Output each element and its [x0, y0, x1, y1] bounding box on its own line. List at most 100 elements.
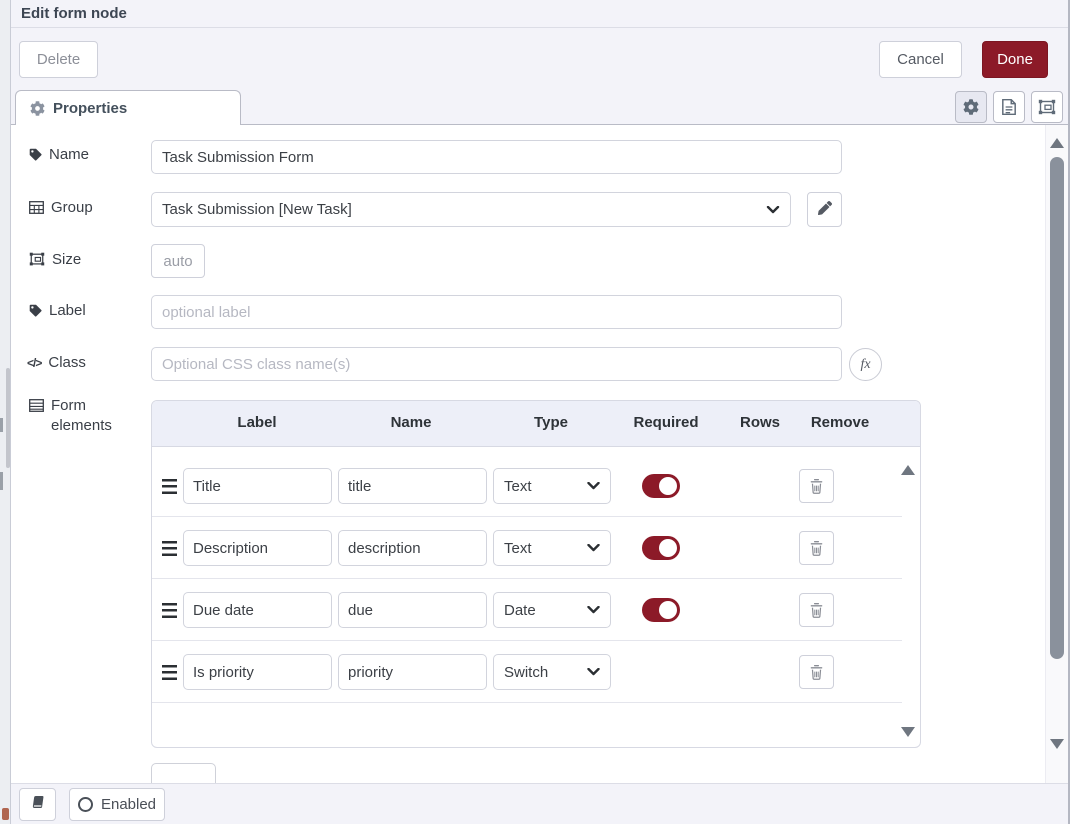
label-field-label: Label: [29, 302, 86, 319]
drag-handle-icon[interactable]: [162, 665, 177, 680]
add-element-button[interactable]: [151, 763, 216, 783]
size-button[interactable]: auto: [151, 244, 205, 278]
form-elements-field-label: Form elements: [29, 396, 129, 436]
group-select-value: Task Submission [New Task]: [162, 201, 766, 218]
dialog-footer: Enabled: [11, 783, 1068, 824]
fx-button[interactable]: fx: [849, 348, 882, 381]
properties-tab-button[interactable]: [955, 91, 987, 123]
column-header-rows: Rows: [740, 414, 780, 431]
element-name-input[interactable]: [338, 468, 487, 504]
tab-properties-label: Properties: [53, 100, 127, 117]
enabled-circle-icon: [78, 797, 93, 812]
trash-icon: [809, 540, 824, 557]
column-header-label: Label: [237, 414, 276, 431]
palette-node-edge: [0, 472, 3, 490]
element-type-select[interactable]: Text: [493, 468, 611, 504]
enabled-toggle-button[interactable]: Enabled: [69, 788, 165, 821]
pencil-icon: [818, 201, 832, 215]
form-elements-table: Label Name Type Required Rows Remove Tex…: [151, 400, 921, 748]
element-name-input[interactable]: [338, 592, 487, 628]
properties-panel: Name Group Task Submission [New Task]: [11, 125, 1068, 783]
chevron-down-icon: [587, 544, 600, 552]
class-input[interactable]: [151, 347, 842, 381]
column-header-name: Name: [391, 414, 432, 431]
node-help-button[interactable]: [19, 788, 56, 821]
column-header-type: Type: [534, 414, 568, 431]
element-name-input[interactable]: [338, 530, 487, 566]
code-icon: </>: [27, 356, 41, 370]
delete-button[interactable]: Delete: [19, 41, 98, 78]
tag-icon: [29, 304, 42, 317]
table-row: Text: [152, 517, 902, 579]
element-type-select[interactable]: Switch: [493, 654, 611, 690]
remove-element-button[interactable]: [799, 593, 834, 627]
remove-element-button[interactable]: [799, 469, 834, 503]
tab-properties[interactable]: Properties: [15, 90, 241, 125]
table-body: Text: [152, 447, 920, 747]
chevron-down-icon: [587, 668, 600, 676]
chevron-down-icon: [766, 206, 780, 214]
size-box-icon: [29, 252, 45, 267]
name-field-label: Name: [29, 146, 89, 163]
element-name-input[interactable]: [338, 654, 487, 690]
palette-node-edge: [0, 418, 3, 432]
column-header-required: Required: [633, 414, 698, 431]
form-list-icon: [29, 399, 44, 412]
edit-group-button[interactable]: [807, 192, 842, 227]
appearance-icon: [1038, 99, 1056, 116]
document-icon: [1001, 98, 1017, 116]
chevron-down-icon: [587, 482, 600, 490]
element-label-input[interactable]: [183, 592, 332, 628]
group-select[interactable]: Task Submission [New Task]: [151, 192, 791, 227]
element-type-select[interactable]: Text: [493, 530, 611, 566]
gear-icon: [963, 99, 979, 115]
fx-icon: fx: [860, 357, 870, 373]
drag-handle-icon[interactable]: [162, 479, 177, 494]
drag-handle-icon[interactable]: [162, 541, 177, 556]
table-row: Text: [152, 455, 902, 517]
label-input[interactable]: [151, 295, 842, 329]
dialog-title: Edit form node: [21, 5, 127, 22]
scrollbar-thumb[interactable]: [1050, 157, 1064, 659]
required-toggle[interactable]: [642, 474, 680, 498]
done-button[interactable]: Done: [982, 41, 1048, 78]
appearance-tab-button[interactable]: [1031, 91, 1063, 123]
class-field-label: </> Class: [27, 354, 86, 371]
drag-handle-icon[interactable]: [162, 603, 177, 618]
scroll-down-icon[interactable]: [1050, 739, 1064, 749]
column-header-remove: Remove: [811, 414, 869, 431]
tag-icon: [29, 148, 42, 161]
element-label-input[interactable]: [183, 530, 332, 566]
element-label-input[interactable]: [183, 468, 332, 504]
dialog-toolbar: Delete Cancel Done: [11, 28, 1068, 90]
element-label-input[interactable]: [183, 654, 332, 690]
tab-bar: Properties: [11, 90, 1068, 125]
book-icon: [29, 795, 46, 810]
trash-icon: [809, 478, 824, 495]
group-table-icon: [29, 201, 44, 214]
edit-form-node-dialog: Edit form node Delete Cancel Done Proper…: [10, 0, 1070, 824]
group-field-label: Group: [29, 199, 93, 216]
description-tab-button[interactable]: [993, 91, 1025, 123]
table-scroll-down-icon[interactable]: [901, 727, 915, 737]
scroll-up-icon[interactable]: [1050, 138, 1064, 148]
size-field-label: Size: [29, 251, 81, 268]
table-scroll-up-icon[interactable]: [901, 465, 915, 475]
required-toggle[interactable]: [642, 536, 680, 560]
dialog-header: Edit form node: [11, 0, 1068, 28]
table-header: Label Name Type Required Rows Remove: [152, 401, 920, 447]
trash-icon: [809, 602, 824, 619]
main-scrollbar[interactable]: [1045, 125, 1068, 783]
workspace-edge: [0, 0, 10, 824]
cancel-button[interactable]: Cancel: [879, 41, 962, 78]
enabled-label: Enabled: [101, 796, 156, 813]
palette-node-edge: [2, 808, 9, 820]
required-toggle[interactable]: [642, 598, 680, 622]
remove-element-button[interactable]: [799, 531, 834, 565]
element-type-select[interactable]: Date: [493, 592, 611, 628]
remove-element-button[interactable]: [799, 655, 834, 689]
chevron-down-icon: [587, 606, 600, 614]
name-input[interactable]: [151, 140, 842, 174]
table-row: Date: [152, 579, 902, 641]
gear-icon: [30, 101, 45, 116]
